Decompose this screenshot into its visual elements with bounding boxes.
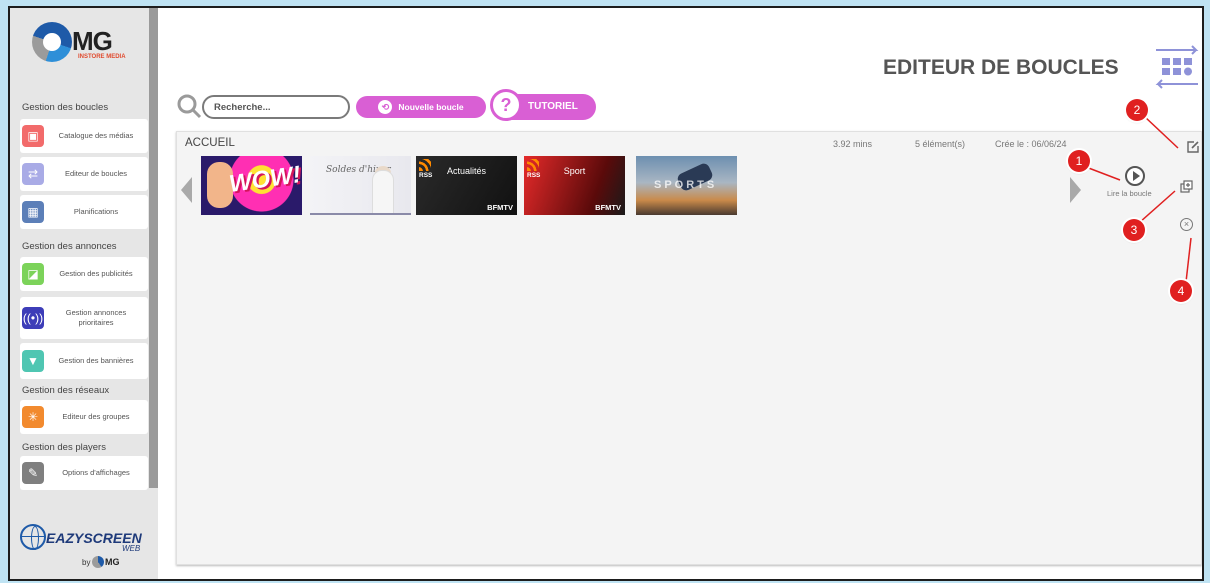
- edit-icon[interactable]: [1186, 140, 1200, 154]
- section-title-boucles: Gestion des boucles: [22, 102, 109, 113]
- loop-panel: ACCUEIL 3.92 mins 5 élément(s) Crée le :…: [176, 131, 1202, 565]
- media-thumbnail-rss[interactable]: RSS Sport BFMTV: [524, 156, 625, 215]
- thumbnail-person-art: [372, 170, 394, 213]
- delete-icon[interactable]: ×: [1180, 218, 1193, 231]
- tutorial-label: TUTORIEL: [528, 101, 578, 112]
- sidebar-item-label: Planifications: [73, 207, 119, 217]
- app-window: MG INSTORE MEDIA Gestion des boucles ▣ C…: [8, 6, 1204, 581]
- section-title-players: Gestion des players: [22, 442, 106, 453]
- sidebar: MG INSTORE MEDIA Gestion des boucles ▣ C…: [10, 8, 158, 579]
- thumbnail-text: SPORTS: [654, 179, 718, 191]
- logo-text: MG: [72, 26, 113, 56]
- rss-source: BFMTV: [595, 203, 621, 212]
- broadcast-icon: ((•)): [22, 307, 44, 329]
- sidebar-item-label: Editeur des groupes: [62, 412, 130, 422]
- duplicate-icon[interactable]: [1180, 180, 1193, 193]
- sidebar-item-annonces-prioritaires[interactable]: ((•)) Gestion annonces prioritaires: [20, 297, 148, 339]
- search-input[interactable]: [202, 95, 350, 119]
- scroll-left-arrow-icon[interactable]: [181, 177, 192, 203]
- brush-icon: ✎: [22, 462, 44, 484]
- new-loop-label: Nouvelle boucle: [398, 102, 464, 112]
- eazyscreen-logo: EAZYSCREEN WEB by MG: [20, 524, 150, 574]
- scroll-right-arrow-icon[interactable]: [1070, 177, 1081, 203]
- sidebar-item-label: Gestion annonces prioritaires: [65, 308, 127, 327]
- media-thumbnail[interactable]: SPORTS: [636, 156, 737, 215]
- sidebar-item-editeur-boucles[interactable]: ⇄ Editeur de boucles: [20, 157, 148, 191]
- sidebar-item-label: Options d'affichages: [62, 468, 130, 478]
- mg-logo-mark: [32, 22, 72, 62]
- rss-feed-name: Sport: [563, 166, 586, 176]
- section-title-reseaux: Gestion des réseaux: [22, 385, 110, 396]
- new-loop-button[interactable]: ⟲ Nouvelle boucle: [356, 96, 486, 118]
- play-loop-icon[interactable]: [1125, 166, 1145, 186]
- media-thumbnail-rss[interactable]: RSS Actualités BFMTV: [416, 156, 517, 215]
- sidebar-item-groupes[interactable]: ✳ Editeur des groupes: [20, 400, 148, 434]
- loop-editor-icon: ⇄: [22, 163, 44, 185]
- by-label: by: [82, 558, 91, 567]
- sidebar-item-options-affichages[interactable]: ✎ Options d'affichages: [20, 456, 148, 490]
- loop-duration: 3.92 mins: [833, 139, 873, 149]
- mg-logo[interactable]: MG INSTORE MEDIA: [32, 22, 142, 66]
- globe-icon: [20, 524, 46, 550]
- play-loop-label[interactable]: Lire la boucle: [1107, 189, 1152, 198]
- media-thumbnail[interactable]: Soldes d'hiver: [310, 156, 411, 215]
- sidebar-scrollbar[interactable]: [149, 8, 158, 488]
- sidebar-item-label: Gestion des bannières: [58, 356, 134, 366]
- search-icon[interactable]: [176, 93, 202, 119]
- help-icon: ?: [490, 89, 522, 121]
- calendar-icon: ▦: [22, 201, 44, 223]
- sidebar-item-bannieres[interactable]: ▼ Gestion des bannières: [20, 343, 148, 379]
- media-thumbnail[interactable]: WOW!: [201, 156, 302, 215]
- loop-editor-header-icon: [1155, 45, 1199, 89]
- logo-subtitle: INSTORE MEDIA: [78, 54, 126, 60]
- annotation-marker-1: 1: [1068, 150, 1090, 172]
- sidebar-item-planifications[interactable]: ▦ Planifications: [20, 195, 148, 229]
- groups-icon: ✳: [22, 406, 44, 428]
- rss-source: BFMTV: [487, 203, 513, 212]
- banner-icon: ▼: [22, 350, 44, 372]
- page-title: EDITEUR DE BOUCLES: [883, 56, 1119, 79]
- loop-element-count: 5 élément(s): [915, 139, 966, 149]
- eazyscreen-web-label: WEB: [122, 544, 141, 553]
- mg-mini-logo-mark: [92, 556, 104, 568]
- sidebar-item-catalogue[interactable]: ▣ Catalogue des médias: [20, 119, 148, 153]
- media-catalog-icon: ▣: [22, 125, 44, 147]
- annotation-marker-4: 4: [1170, 280, 1192, 302]
- annotation-marker-2: 2: [1126, 99, 1148, 121]
- ads-icon: ◪: [22, 263, 44, 285]
- thumbnail-text: WOW!: [227, 161, 302, 198]
- sidebar-item-publicites[interactable]: ◪ Gestion des publicités: [20, 257, 148, 291]
- loop-name: ACCUEIL: [185, 137, 235, 149]
- mg-mini-logo-text: MG: [105, 557, 120, 567]
- section-title-annonces: Gestion des annonces: [22, 241, 117, 252]
- loop-created-date: Crée le : 06/06/24: [995, 139, 1067, 149]
- sidebar-item-label: Gestion des publicités: [59, 269, 133, 279]
- sidebar-item-label: Catalogue des médias: [58, 131, 134, 141]
- annotation-marker-3: 3: [1123, 219, 1145, 241]
- rss-feed-name: Actualités: [446, 166, 487, 176]
- sidebar-item-label: Editeur de boucles: [64, 169, 128, 179]
- refresh-icon: ⟲: [378, 100, 393, 114]
- tutorial-button[interactable]: ? TUTORIEL: [490, 89, 596, 121]
